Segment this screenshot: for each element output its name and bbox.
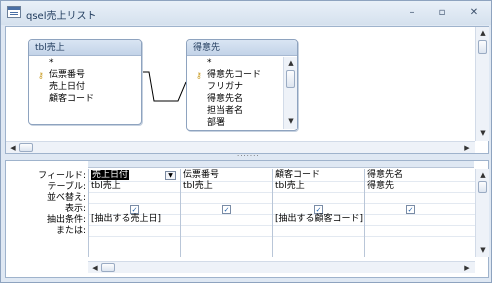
scroll-thumb[interactable] — [478, 40, 487, 54]
scroll-right-arrow[interactable]: ▶ — [460, 142, 474, 154]
scroll-thumb[interactable] — [286, 70, 295, 88]
show-checkbox[interactable]: ✓ — [406, 205, 415, 214]
title-bar[interactable]: qsel売上リスト – ▫ ✕ — [1, 1, 491, 25]
pane-splitter[interactable]: ······· — [5, 152, 489, 160]
field-item[interactable]: 顧客コード — [37, 93, 127, 105]
row-label-show: 表示: — [64, 204, 86, 214]
table-cell[interactable]: tbl売上 — [91, 181, 121, 192]
criteria-cell[interactable]: [抽出する売上日] — [91, 214, 161, 225]
scroll-down-arrow[interactable]: ▼ — [476, 127, 490, 139]
close-button[interactable]: ✕ — [463, 5, 485, 21]
column-selector[interactable] — [364, 161, 474, 168]
show-checkbox[interactable]: ✓ — [314, 205, 323, 214]
row-label-sort: 並べ替え: — [46, 193, 86, 203]
scroll-right-arrow[interactable]: ▶ — [460, 262, 474, 274]
field-list-scrollbar[interactable]: ▲ ▼ — [283, 57, 297, 129]
row-labels: フィールド: テーブル: 並べ替え: 表示: 抽出条件: または: — [6, 161, 88, 261]
field-item[interactable]: 部署 — [195, 117, 279, 126]
grid-column[interactable]: 得意先名 得意先 ✓ — [364, 169, 474, 257]
column-selector[interactable] — [272, 161, 364, 168]
grid-column[interactable]: 伝票番号 tbl売上 ✓ — [180, 169, 272, 257]
field-dropdown-button[interactable]: ▼ — [165, 171, 176, 180]
field-list-title[interactable]: tbl売上 — [29, 40, 141, 56]
grid-column[interactable]: 顧客コード tbl売上 ✓ [抽出する顧客コード] — [272, 169, 364, 257]
show-checkbox[interactable]: ✓ — [222, 205, 231, 214]
scroll-thumb[interactable] — [101, 263, 115, 272]
scroll-down-arrow[interactable]: ▼ — [284, 115, 298, 127]
field-item[interactable]: 担当者名 — [195, 105, 279, 117]
table-pane-vscroll[interactable]: ▲ ▼ — [475, 27, 489, 141]
field-item[interactable]: フリガナ — [195, 81, 279, 93]
query-icon — [7, 6, 21, 18]
table-pane[interactable]: tbl売上 * ⚷ 伝票番号 売上日付 顧客コード 得意先 * ⚷ 得意先コード フ… — [5, 26, 489, 154]
scroll-thumb[interactable] — [478, 181, 487, 193]
maximize-button[interactable]: ▫ — [431, 5, 453, 21]
field-list-tokuisaki[interactable]: 得意先 * ⚷ 得意先コード フリガナ 得意先名 担当者名 部署 ▲ ▼ — [186, 39, 298, 131]
grid-vscroll[interactable]: ▲ ▼ — [475, 169, 489, 257]
criteria-cell[interactable]: [抽出する顧客コード] — [275, 214, 363, 225]
scroll-up-arrow[interactable]: ▲ — [284, 57, 298, 69]
scroll-left-arrow[interactable]: ◀ — [6, 142, 20, 154]
splitter-grip: ······· — [237, 152, 260, 160]
scroll-thumb[interactable] — [19, 143, 33, 152]
field-cell[interactable]: 顧客コード — [275, 170, 320, 181]
scroll-left-arrow[interactable]: ◀ — [88, 262, 102, 274]
scroll-up-arrow[interactable]: ▲ — [476, 27, 490, 39]
field-list-tbl-uriage[interactable]: tbl売上 * ⚷ 伝票番号 売上日付 顧客コード — [28, 39, 142, 125]
row-label-table: テーブル: — [47, 182, 87, 192]
window-title: qsel売上リスト — [26, 11, 97, 22]
column-selector[interactable] — [88, 161, 180, 168]
field-item[interactable]: 得意先名 — [195, 93, 279, 105]
row-label-field: フィールド: — [38, 171, 86, 181]
field-item[interactable]: ⚷ 得意先コード — [195, 69, 279, 81]
field-item[interactable]: ⚷ 伝票番号 — [37, 69, 127, 81]
table-cell[interactable]: 得意先 — [367, 181, 394, 192]
field-item[interactable]: 売上日付 — [37, 81, 127, 93]
show-checkbox[interactable]: ✓ — [130, 205, 139, 214]
field-cell[interactable]: 売上日付 — [91, 170, 130, 181]
row-label-criteria: 抽出条件: — [46, 215, 86, 225]
scroll-up-arrow[interactable]: ▲ — [476, 169, 490, 181]
field-cell[interactable]: 得意先名 — [367, 170, 403, 181]
table-cell[interactable]: tbl売上 — [183, 181, 213, 192]
row-label-or: または: — [55, 226, 86, 236]
table-cell[interactable]: tbl売上 — [275, 181, 305, 192]
minimize-button[interactable]: – — [401, 5, 423, 21]
field-list-title[interactable]: 得意先 — [187, 40, 297, 56]
grid-hscroll[interactable]: ◀ ▶ — [88, 261, 475, 273]
field-item[interactable]: * — [195, 57, 279, 69]
design-grid[interactable]: フィールド: テーブル: 並べ替え: 表示: 抽出条件: または: 売上日付 ▼… — [5, 160, 489, 278]
field-cell[interactable]: 伝票番号 — [183, 170, 219, 181]
field-item[interactable]: * — [37, 57, 127, 69]
query-design-window: qsel売上リスト – ▫ ✕ tbl売上 * ⚷ 伝票番号 売上日付 顧客コード… — [0, 0, 492, 283]
column-selector[interactable] — [180, 161, 272, 168]
grid-column[interactable]: 売上日付 ▼ tbl売上 ✓ [抽出する売上日] — [88, 169, 180, 257]
scroll-down-arrow[interactable]: ▼ — [476, 244, 490, 256]
